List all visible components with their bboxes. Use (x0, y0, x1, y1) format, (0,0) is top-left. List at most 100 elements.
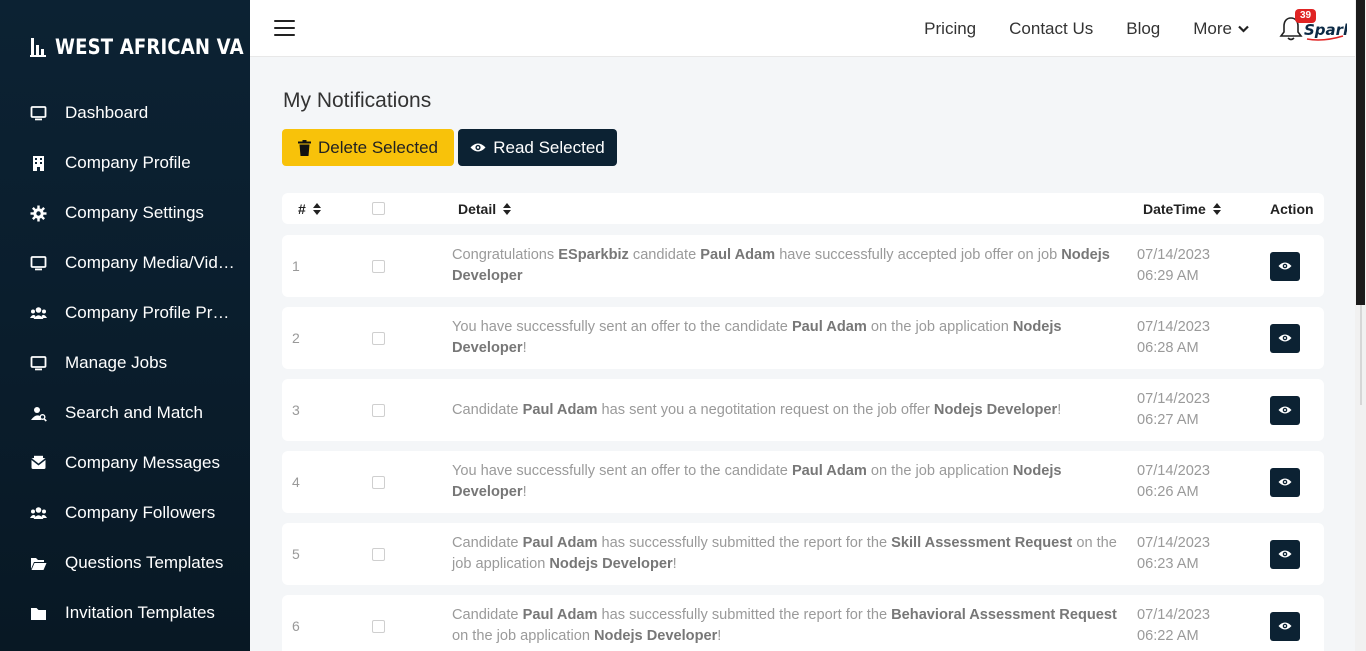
delete-selected-label: Delete Selected (317, 137, 439, 157)
folder-open-icon (31, 557, 47, 570)
notification-time: 06:27 AM (1137, 412, 1199, 428)
notification-date: 07/14/2023 (1137, 247, 1211, 263)
detail-text: Candidate (452, 401, 523, 418)
view-notification-button[interactable] (1270, 539, 1300, 569)
nav-link-blog[interactable]: Blog (1126, 19, 1160, 39)
sidebar-item-company-followers[interactable]: Company Followers (0, 488, 250, 538)
row-number: 1 (292, 258, 300, 274)
view-notification-button[interactable] (1270, 323, 1300, 353)
row-checkbox-cell (372, 451, 385, 513)
folder-icon (31, 607, 46, 620)
monitor-icon (30, 355, 47, 370)
detail-highlight: Paul Adam (522, 607, 598, 623)
notification-time: 06:23 AM (1137, 556, 1199, 572)
sidebar-item-invitation-templates[interactable]: Invitation Templates (0, 588, 250, 638)
sidebar-item-search-and-match[interactable]: Search and Match (0, 388, 250, 438)
sidebar-item-company-profile[interactable]: Company Profile (0, 138, 250, 188)
action-cell (1270, 451, 1300, 513)
sidebar-item-label: Company Profile (65, 153, 191, 172)
sidebar-item-label: Search and Match (65, 403, 203, 422)
notification-detail: Candidate Paul Adam has successfully sub… (452, 523, 1117, 585)
users-icon (30, 306, 47, 319)
notification-date: 07/14/2023 (1137, 607, 1211, 623)
sidebar-item-company-settings[interactable]: Company Settings (0, 188, 250, 238)
row-checkbox-cell (372, 379, 385, 441)
sidebar-item-company-media-videos[interactable]: Company Media/Videos (0, 238, 250, 288)
row-checkbox[interactable] (372, 547, 385, 561)
notification-datetime: 07/14/2023 06:22 AM (1137, 595, 1247, 651)
detail-text: ! (1057, 401, 1062, 418)
detail-highlight: ESparkbiz (558, 247, 629, 263)
read-selected-button[interactable]: Read Selected (458, 129, 617, 166)
eye-icon (1278, 406, 1292, 414)
row-number: 6 (292, 618, 300, 634)
detail-highlight: Paul Adam (791, 463, 867, 479)
detail-text: Candidate (452, 607, 523, 623)
scrollbar-thumb[interactable] (1356, 0, 1365, 305)
sidebar-item-label: Invitation Templates (65, 603, 215, 622)
row-number: 4 (292, 474, 300, 490)
view-notification-button[interactable] (1270, 611, 1300, 641)
row-checkbox[interactable] (372, 619, 385, 633)
column-header-detail[interactable]: Detail (458, 193, 512, 224)
sidebar-item-label: Company Followers (65, 503, 216, 522)
action-cell (1270, 379, 1300, 441)
column-header-number[interactable]: # (298, 193, 321, 224)
select-all-checkbox[interactable] (372, 202, 385, 215)
eye-icon (1278, 478, 1292, 486)
delete-selected-button[interactable]: Delete Selected (282, 129, 454, 166)
sidebar-item-company-profile-preview[interactable]: Company Profile Preview (0, 288, 250, 338)
notification-time: 06:29 AM (1137, 268, 1199, 284)
brand-name: WEST AFRICAN VA (55, 35, 244, 59)
row-checkbox[interactable] (372, 331, 385, 345)
detail-highlight: Nodejs Developer (933, 401, 1058, 418)
notification-detail: You have successfully sent an offer to t… (452, 307, 1117, 369)
spark-logo[interactable]: Spark (1303, 14, 1347, 44)
view-notification-button[interactable] (1270, 251, 1300, 281)
row-checkbox-cell (372, 307, 385, 369)
row-checkbox-cell (372, 523, 385, 585)
read-selected-label: Read Selected (493, 137, 605, 157)
notification-bell[interactable]: 39 (1279, 8, 1317, 42)
detail-highlight: Nodejs Developer (549, 556, 673, 572)
sidebar-item-questions-templates[interactable]: Questions Templates (0, 538, 250, 588)
detail-highlight: Skill Assessment Request (891, 535, 1073, 551)
building-logo-icon (30, 38, 46, 57)
column-header-datetime[interactable]: DateTime (1143, 193, 1221, 224)
row-checkbox[interactable] (372, 403, 385, 417)
sidebar-item-manage-jobs[interactable]: Manage Jobs (0, 338, 250, 388)
action-cell (1270, 235, 1300, 297)
table-row: 1 Congratulations ESparkbiz candidate Pau… (282, 235, 1324, 297)
table-row: 5 Candidate Paul Adam has successfully su… (282, 523, 1324, 585)
row-number: 5 (292, 546, 300, 562)
view-notification-button[interactable] (1270, 395, 1300, 425)
nav-link-contact-us[interactable]: Contact Us (1009, 19, 1093, 39)
nav-link-pricing[interactable]: Pricing (924, 19, 976, 39)
notification-date: 07/14/2023 (1137, 391, 1211, 407)
brand-logo[interactable]: WEST AFRICAN VA (30, 33, 274, 61)
action-cell (1270, 523, 1300, 585)
users-icon (30, 506, 47, 519)
envelope-icon (31, 455, 46, 469)
row-checkbox[interactable] (372, 259, 385, 273)
hamburger-menu-icon[interactable] (274, 20, 295, 36)
table-row: 4 You have successfully sent an offer to … (282, 451, 1324, 513)
detail-text: ! (522, 484, 527, 500)
sidebar-item-label: Dashboard (65, 103, 149, 122)
notification-date: 07/14/2023 (1137, 535, 1211, 551)
more-dropdown[interactable]: More (1193, 19, 1249, 39)
view-notification-button[interactable] (1270, 467, 1300, 497)
sidebar-item-dashboard[interactable]: Dashboard (0, 88, 250, 138)
table-header: # Detail DateTime Action (282, 193, 1324, 224)
sidebar-item-company-messages[interactable]: Company Messages (0, 438, 250, 488)
notification-datetime: 07/14/2023 06:29 AM (1137, 235, 1247, 297)
action-cell (1270, 307, 1300, 369)
row-checkbox[interactable] (372, 475, 385, 489)
eye-icon (1278, 550, 1292, 558)
detail-text: on the job application (452, 628, 594, 644)
row-number: 2 (292, 330, 300, 346)
monitor-icon (30, 105, 47, 120)
sidebar-item-label: Company Settings (65, 203, 204, 222)
notification-detail: You have successfully sent an offer to t… (452, 451, 1117, 513)
notification-datetime: 07/14/2023 06:28 AM (1137, 307, 1247, 369)
